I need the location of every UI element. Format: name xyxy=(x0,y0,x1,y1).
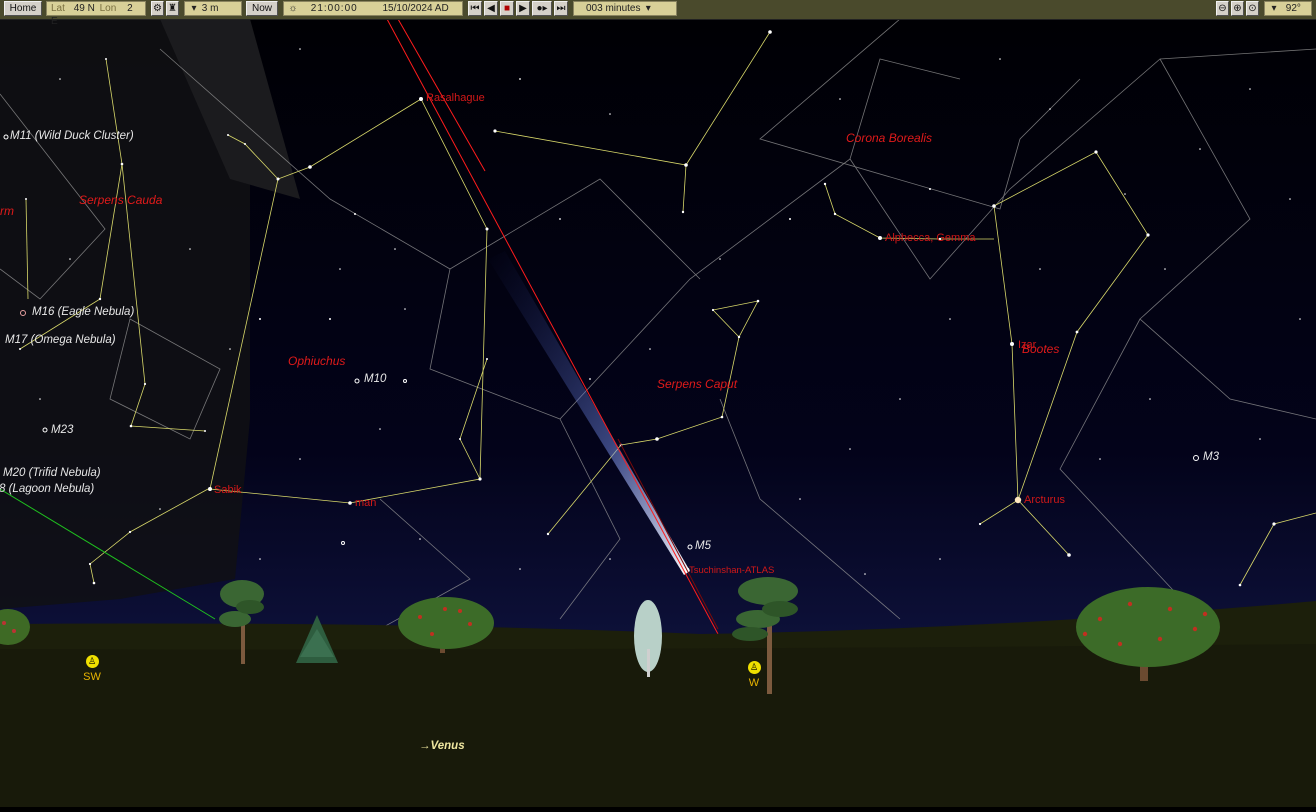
dso-label-m11[interactable]: M11 (Wild Duck Cluster) xyxy=(10,130,134,142)
fov-value: 92° xyxy=(1285,3,1301,14)
home-button[interactable]: Home xyxy=(4,1,42,16)
date-value: 15/10/2024 AD xyxy=(382,3,449,14)
zoom-in-icon[interactable]: ⊕ xyxy=(1231,1,1244,16)
lat-value: 49 N xyxy=(73,3,95,14)
sky-view[interactable]: Rasalhague Alphecca, Gemma Izar Arcturus… xyxy=(0,18,1316,807)
chevron-down-icon: ▾ xyxy=(1271,3,1277,14)
zoom-out-icon[interactable]: ⊖ xyxy=(1216,1,1229,16)
fov-panel[interactable]: ▾ 92° xyxy=(1264,1,1312,16)
star-label-alphecca[interactable]: Alphecca, Gemma xyxy=(885,232,975,244)
dso-label-m17[interactable]: M17 (Omega Nebula) xyxy=(5,334,116,346)
altitude-panel[interactable]: ▾ 3 m xyxy=(184,1,242,16)
constellation-label-serpens-caput: Serpens Caput xyxy=(657,377,738,391)
constellation-label-serpens-cauda: Serpens Cauda xyxy=(79,193,163,207)
compass-w[interactable]: ♙ W xyxy=(739,661,769,689)
chevron-down-icon: ▾ xyxy=(191,3,197,14)
venus-text: Venus xyxy=(430,740,465,752)
sky-chart[interactable] xyxy=(0,18,1316,807)
skip-back-icon[interactable]: ⏮ xyxy=(468,1,482,16)
dso-label-m23[interactable]: M23 xyxy=(51,424,73,436)
play-icon[interactable]: ●▸ xyxy=(532,1,552,16)
zoom-fit-icon[interactable]: ⊙ xyxy=(1246,1,1259,16)
dso-label-m10[interactable]: M10 xyxy=(364,373,386,385)
observer-icon: ♙ xyxy=(85,655,99,668)
star-label-rasalhague[interactable]: Rasalhague xyxy=(426,92,485,104)
sun-icon: ☼ xyxy=(288,3,298,14)
constellation-label-bootes: Bootes xyxy=(1022,342,1060,356)
dso-label-m3[interactable]: M3 xyxy=(1203,451,1219,463)
altitude-value: 3 m xyxy=(201,3,219,14)
dso-label-m20[interactable]: M20 (Trifid Nebula) xyxy=(3,467,101,479)
star-label-sabik[interactable]: Sabik xyxy=(214,484,242,496)
now-button[interactable]: Now xyxy=(246,1,278,16)
step-forward-icon[interactable]: ▶ xyxy=(516,1,530,16)
lat-label: Lat xyxy=(51,3,65,14)
datetime-panel[interactable]: ☼ 21:00:00 15/10/2024 AD xyxy=(283,1,463,16)
constellation-label-partial: rm xyxy=(0,204,14,218)
star-label-arcturus[interactable]: Arcturus xyxy=(1024,494,1065,506)
observer-icon[interactable]: ♜ xyxy=(166,1,179,16)
skip-forward-icon[interactable]: ⏭ xyxy=(554,1,568,16)
step-value: 003 minutes xyxy=(586,3,641,14)
dso-label-m5[interactable]: M5 xyxy=(695,540,711,552)
star-label-partial[interactable]: man xyxy=(355,497,376,509)
chevron-down-icon: ▾ xyxy=(645,3,651,14)
dso-label-m16[interactable]: M16 (Eagle Nebula) xyxy=(32,306,134,318)
arrow-icon: → xyxy=(419,740,431,752)
time-value: 21:00:00 xyxy=(310,3,358,14)
compass-w-label: W xyxy=(748,677,760,689)
constellation-label-ophiuchus: Ophiuchus xyxy=(288,354,346,368)
step-back-icon[interactable]: ◀ xyxy=(484,1,498,16)
toolbar: Home Lat 49 N Lon 2 E ⚙ ♜ ▾ 3 m Now ☼ 21… xyxy=(0,0,1316,27)
stop-icon[interactable]: ■ xyxy=(500,1,514,16)
constellation-label-corona-borealis: Corona Borealis xyxy=(846,131,933,145)
lon-label: Lon xyxy=(99,3,117,14)
settings-icon[interactable]: ⚙ xyxy=(151,1,164,16)
dso-label-m8[interactable]: 8 (Lagoon Nebula) xyxy=(0,483,94,495)
planet-label-venus[interactable]: →Venus xyxy=(419,740,465,752)
observer-icon: ♙ xyxy=(747,661,761,674)
location-panel[interactable]: Lat 49 N Lon 2 E xyxy=(46,1,146,27)
comet-label[interactable]: Tsuchinshan-ATLAS xyxy=(689,565,774,576)
compass-sw[interactable]: ♙ SW xyxy=(77,655,107,683)
compass-sw-label: SW xyxy=(83,671,101,683)
step-panel[interactable]: 003 minutes ▾ xyxy=(573,1,677,16)
